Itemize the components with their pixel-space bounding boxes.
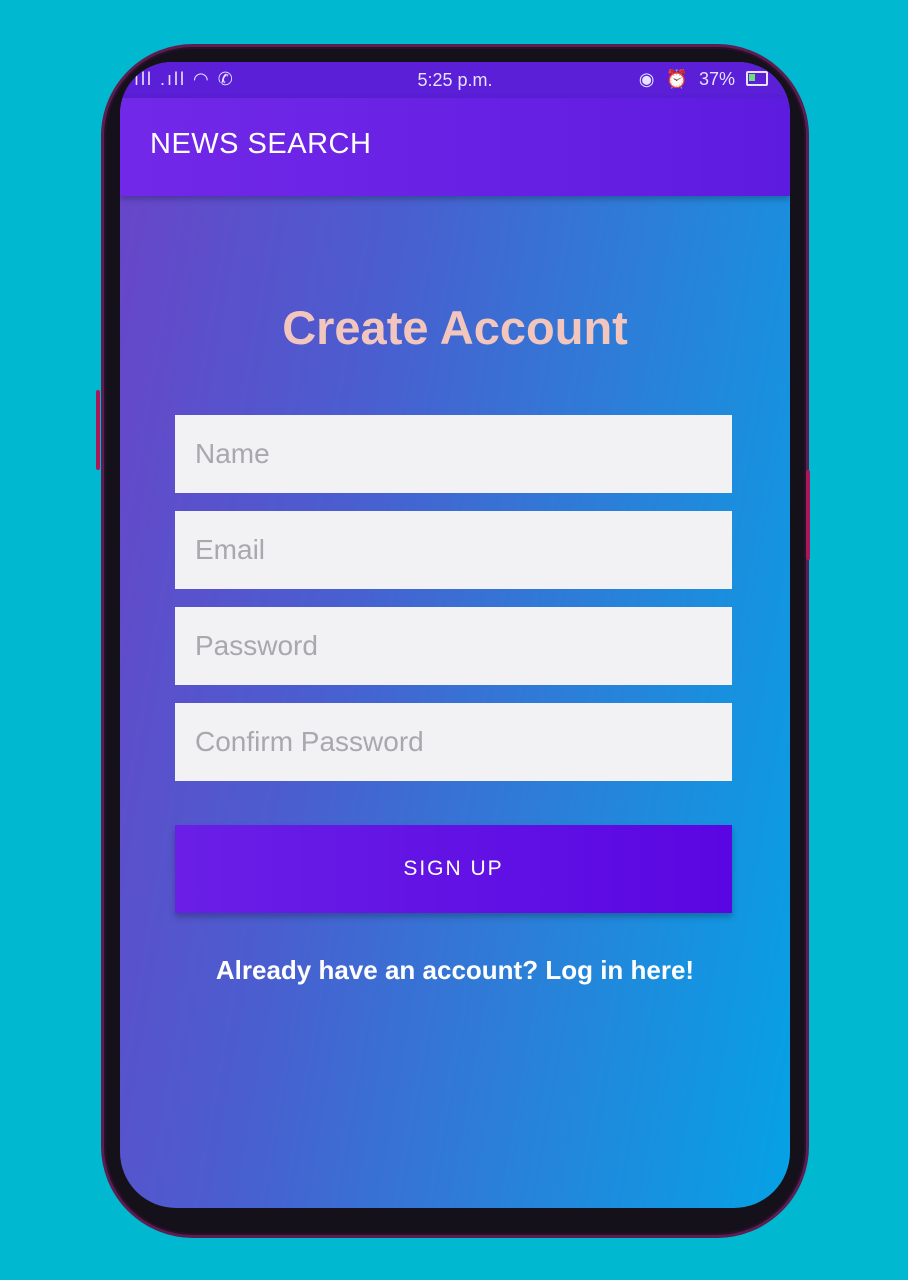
app-bar: NEWS SEARCH bbox=[120, 98, 790, 196]
email-input[interactable] bbox=[175, 511, 732, 589]
status-right: ◉ ⏰ 37% bbox=[633, 69, 768, 90]
app-title: NEWS SEARCH bbox=[150, 128, 372, 160]
phone-screen: ıll .ıll ◠ ✆ 5:25 p.m. ◉ ⏰ 37% NEWS SEAR… bbox=[120, 62, 790, 1208]
status-bar: ıll .ıll ◠ ✆ 5:25 p.m. ◉ ⏰ 37% bbox=[120, 62, 790, 98]
battery-percent: 37% bbox=[698, 69, 735, 89]
login-link[interactable]: Already have an account? Log in here! bbox=[120, 955, 790, 986]
alarm-icon: ⏰ bbox=[665, 69, 688, 89]
password-input[interactable] bbox=[175, 607, 732, 685]
battery-icon bbox=[746, 71, 768, 86]
power-button bbox=[806, 470, 810, 560]
page-title: Create Account bbox=[282, 301, 628, 354]
name-input[interactable] bbox=[175, 415, 732, 493]
confirm-password-input[interactable] bbox=[175, 703, 732, 781]
eye-icon: ◉ bbox=[638, 69, 655, 89]
sign-up-button[interactable]: SIGN UP bbox=[175, 825, 732, 913]
volume-button bbox=[96, 390, 100, 470]
